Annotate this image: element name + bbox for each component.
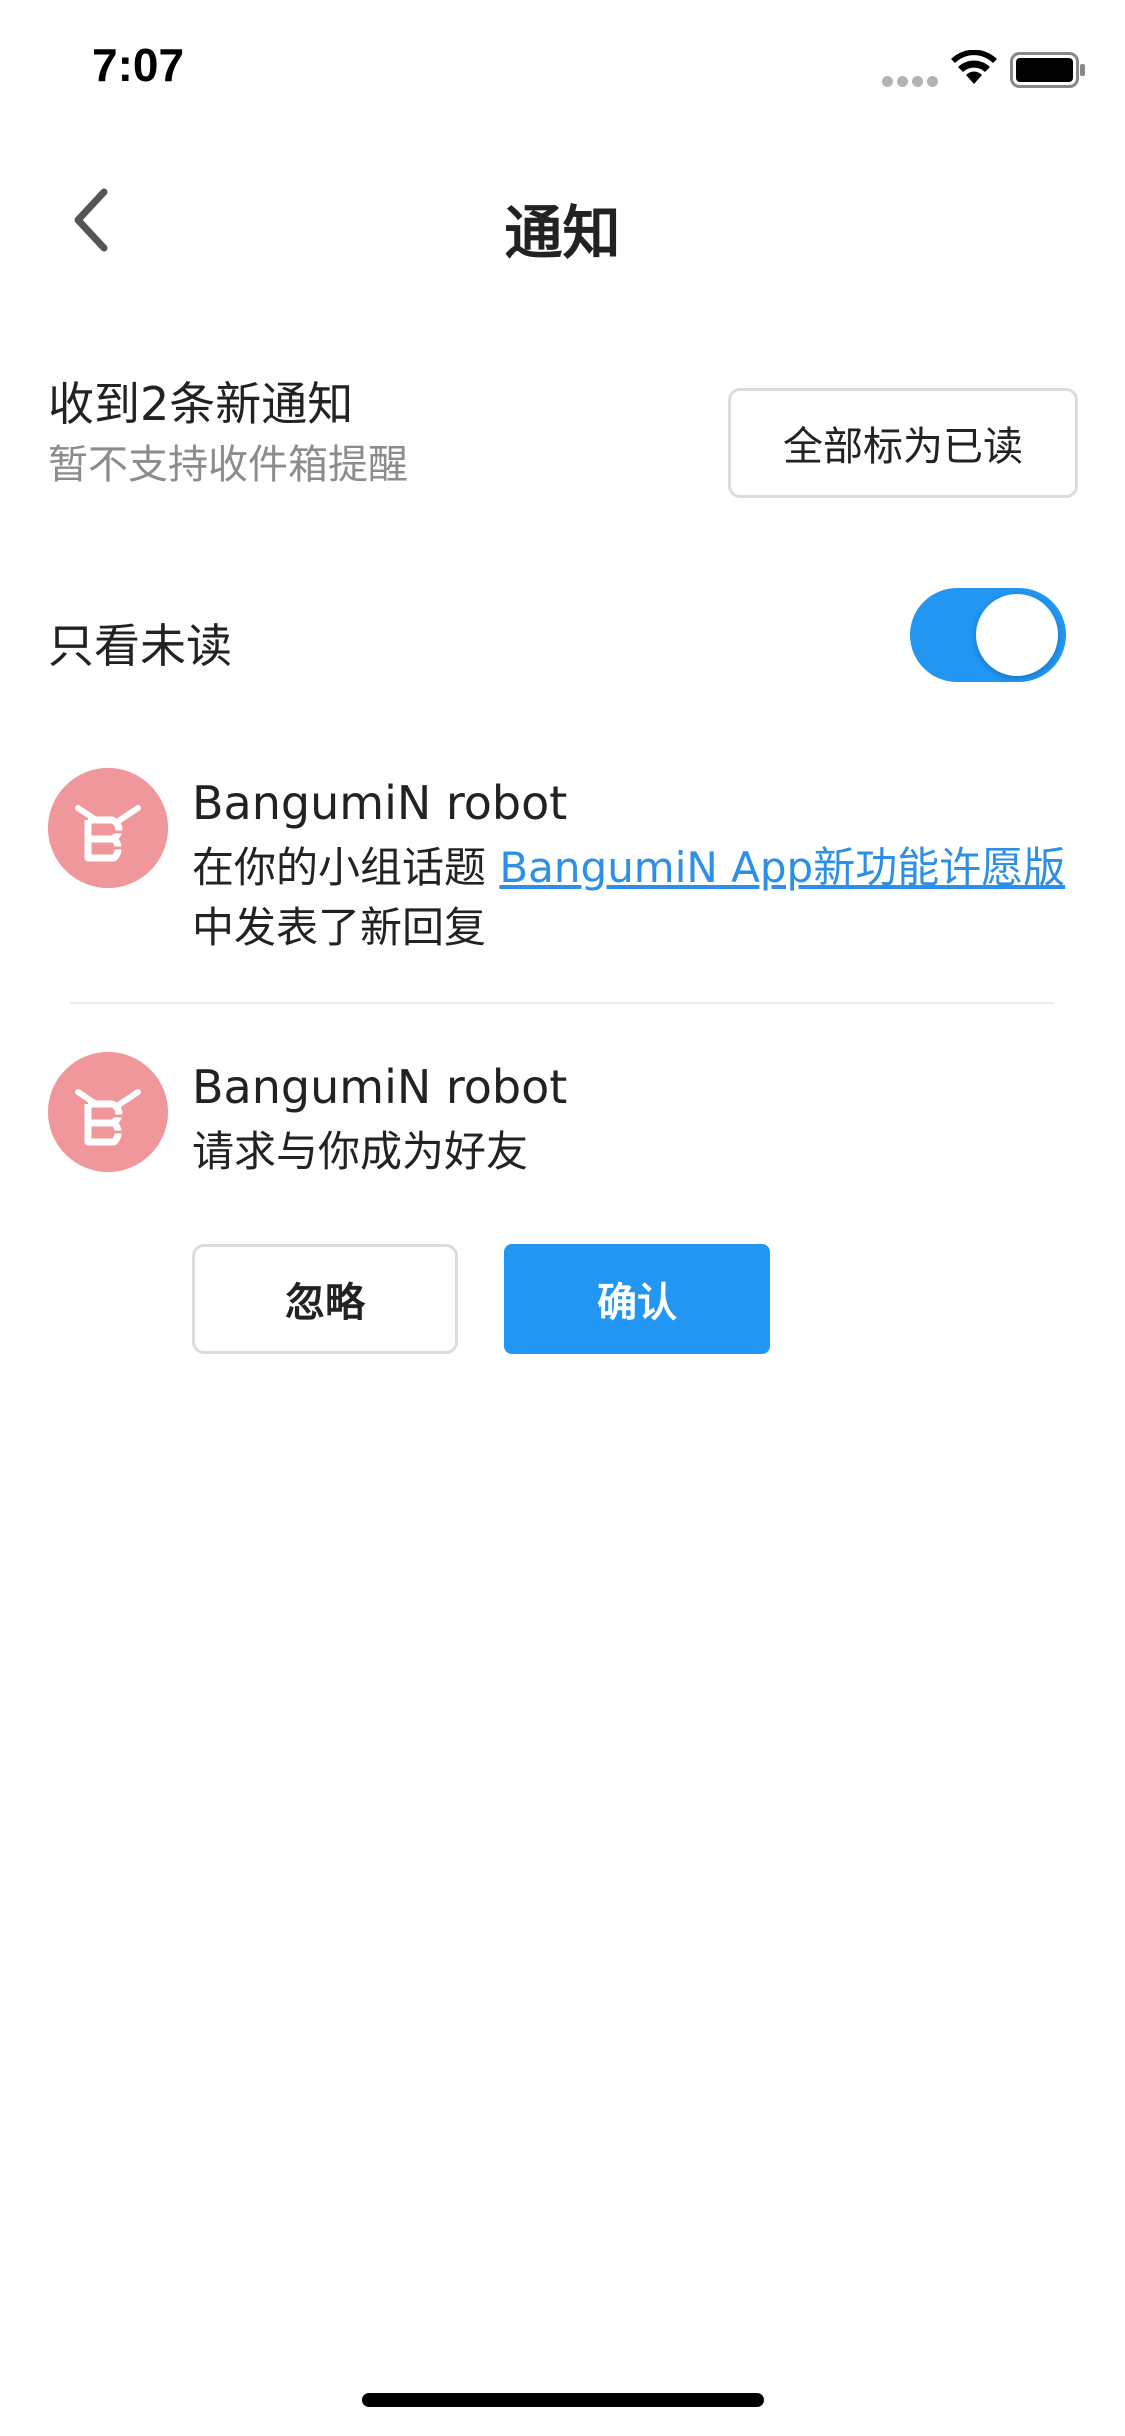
confirm-button[interactable]: 确认: [504, 1244, 770, 1354]
notification-item: BangumiN robot 请求与你成为好友 忽略 确认: [48, 1052, 1078, 1372]
page-title: 通知: [504, 199, 621, 267]
avatar: [48, 1052, 168, 1172]
cellular-signal-icon: [882, 76, 938, 88]
bangumin-logo-icon: [48, 1052, 168, 1172]
notification-item: BangumiN robot 在你的小组话题 BangumiN App新功能许愿…: [48, 768, 1078, 968]
nav-bar: 通知: [0, 150, 1125, 290]
topic-link[interactable]: BangumiN App新功能许愿版: [499, 843, 1065, 892]
status-bar: 7:07: [0, 0, 1125, 140]
avatar: [48, 768, 168, 888]
unread-only-label: 只看未读: [48, 619, 232, 673]
summary-subtitle: 暂不支持收件箱提醒: [48, 442, 408, 488]
mark-all-read-button[interactable]: 全部标为已读: [728, 388, 1078, 498]
notification-sender: BangumiN robot: [192, 1060, 568, 1114]
ignore-button[interactable]: 忽略: [192, 1244, 458, 1354]
status-time: 7:07: [92, 39, 185, 91]
unread-only-toggle[interactable]: [910, 588, 1066, 682]
toggle-knob: [976, 594, 1058, 676]
notification-text: 在你的小组话题 BangumiN App新功能许愿版 中发表了新回复: [192, 838, 1092, 958]
unread-only-row: 只看未读: [48, 588, 1078, 688]
bangumin-logo-icon: [48, 768, 168, 888]
notification-suffix: 中发表了新回复: [192, 903, 487, 952]
notification-summary: 收到2条新通知 暂不支持收件箱提醒 全部标为已读: [48, 368, 1078, 508]
battery-icon: [1010, 52, 1085, 88]
notifications-screen: 7:07 通知 收到2条新通知 暂不支持收件箱提醒 全部标为已读 只看未读 Ba…: [0, 0, 1125, 2436]
wifi-icon: [951, 50, 997, 84]
notification-prefix: 在你的小组话题: [192, 843, 500, 892]
friend-request-actions: 忽略 确认: [192, 1244, 792, 1354]
summary-title: 收到2条新通知: [48, 377, 354, 431]
home-indicator[interactable]: [362, 2393, 764, 2407]
divider: [70, 1002, 1054, 1004]
notification-sender: BangumiN robot: [192, 776, 568, 830]
notification-text: 请求与你成为好友: [192, 1127, 529, 1176]
